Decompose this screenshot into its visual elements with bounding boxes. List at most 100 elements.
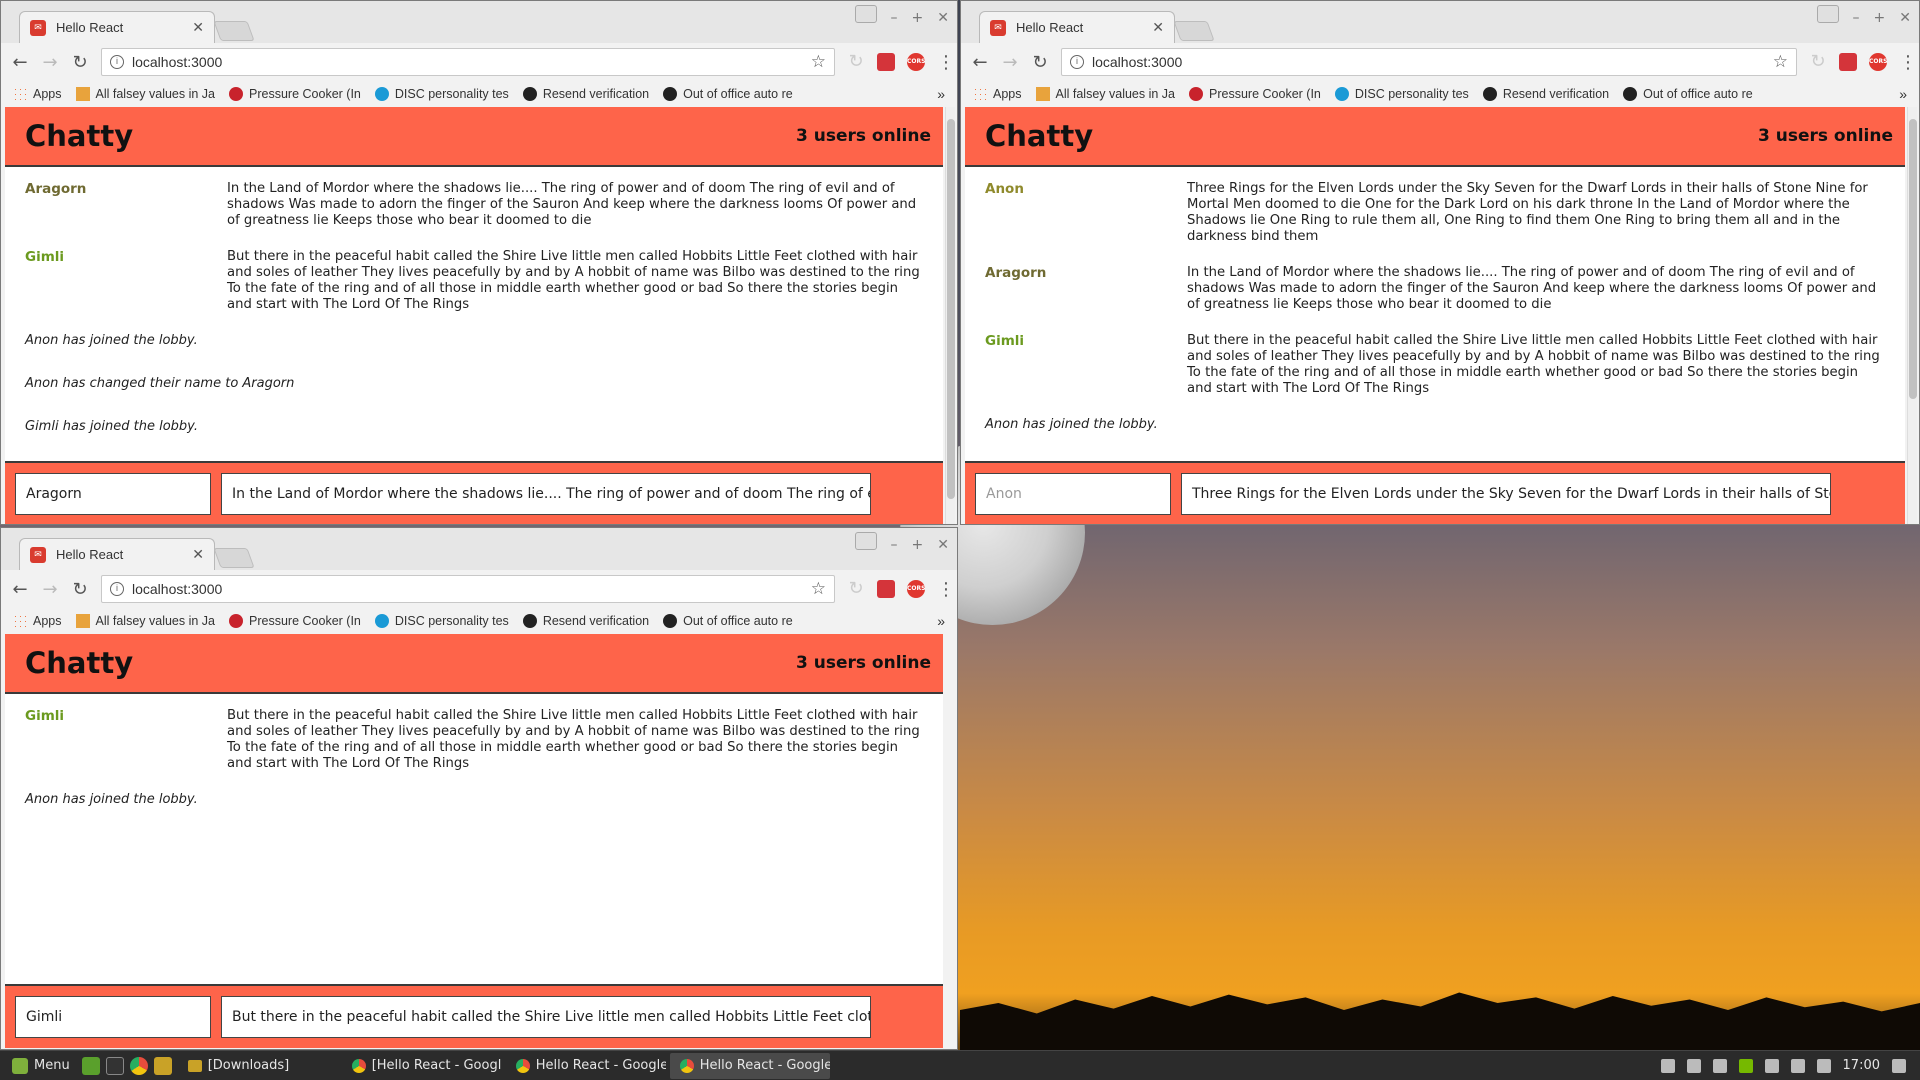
extension-puzzle-icon[interactable] bbox=[877, 53, 895, 71]
close-window-icon[interactable]: ✕ bbox=[937, 10, 949, 26]
bookmark-item[interactable]: DISC personality tes bbox=[374, 87, 509, 101]
forward-icon[interactable]: → bbox=[41, 52, 59, 73]
minimize-icon[interactable]: – bbox=[1853, 10, 1860, 26]
menu-kebab-icon[interactable]: ⋮ bbox=[937, 579, 955, 600]
settings-tray-icon[interactable] bbox=[1660, 1058, 1675, 1073]
message-input[interactable]: But there in the peaceful habit called t… bbox=[221, 996, 871, 1038]
reload-icon[interactable]: ↻ bbox=[71, 579, 89, 600]
bookmark-item[interactable]: Out of office auto re bbox=[663, 614, 793, 628]
tab-close-icon[interactable]: ✕ bbox=[192, 20, 204, 36]
message-input[interactable]: Three Rings for the Elven Lords under th… bbox=[1181, 473, 1831, 515]
close-window-icon[interactable]: ✕ bbox=[1899, 10, 1911, 26]
bookmark-star-icon[interactable]: ☆ bbox=[811, 52, 826, 72]
extension-sync-icon[interactable]: ↻ bbox=[847, 580, 865, 598]
extension-sync-icon[interactable]: ↻ bbox=[1809, 53, 1827, 71]
battery-tray-icon[interactable] bbox=[1816, 1058, 1831, 1073]
shield-tray-icon[interactable] bbox=[1686, 1058, 1701, 1073]
reload-icon[interactable]: ↻ bbox=[71, 52, 89, 73]
back-icon[interactable]: ← bbox=[971, 52, 989, 73]
address-bar[interactable]: i localhost:3000 ☆ bbox=[1061, 48, 1797, 76]
scrollbar-thumb[interactable] bbox=[947, 119, 955, 499]
message-input[interactable]: In the Land of Mordor where the shadows … bbox=[221, 473, 871, 515]
volume-tray-icon[interactable] bbox=[1892, 1058, 1906, 1073]
minimize-icon[interactable]: – bbox=[891, 537, 898, 553]
taskbar-task[interactable]: [Hello React - Googl... bbox=[342, 1053, 502, 1079]
back-icon[interactable]: ← bbox=[11, 579, 29, 600]
username-input[interactable]: Aragorn bbox=[15, 473, 211, 515]
profile-icon[interactable] bbox=[1817, 5, 1839, 23]
forward-icon[interactable]: → bbox=[1001, 52, 1019, 73]
show-desktop-icon[interactable] bbox=[81, 1056, 100, 1075]
info-icon[interactable]: i bbox=[110, 55, 124, 69]
bookmark-item[interactable]: Resend verification bbox=[1482, 87, 1609, 101]
new-tab-button[interactable] bbox=[1173, 21, 1215, 41]
username-input[interactable]: Gimli bbox=[15, 996, 211, 1038]
reload-icon[interactable]: ↻ bbox=[1031, 52, 1049, 73]
bookmark-item[interactable]: DISC personality tes bbox=[374, 614, 509, 628]
page-scrollbar[interactable] bbox=[945, 107, 955, 524]
info-icon[interactable]: i bbox=[110, 582, 124, 596]
maximize-icon[interactable]: + bbox=[1874, 10, 1886, 26]
chrome-launcher-icon[interactable] bbox=[129, 1056, 148, 1075]
nvidia-tray-icon[interactable] bbox=[1738, 1058, 1753, 1073]
bookmark-item[interactable]: Apps bbox=[973, 87, 1022, 101]
browser-tab[interactable]: ✉ Hello React ✕ bbox=[19, 11, 215, 43]
bookmark-item[interactable]: Pressure Cooker (In bbox=[1189, 87, 1321, 101]
bookmark-item[interactable]: Out of office auto re bbox=[1623, 87, 1753, 101]
bookmark-item[interactable]: Out of office auto re bbox=[663, 87, 793, 101]
address-bar[interactable]: i localhost:3000 ☆ bbox=[101, 48, 835, 76]
bookmarks-overflow-icon[interactable]: » bbox=[937, 613, 945, 629]
browser-tab[interactable]: ✉ Hello React ✕ bbox=[979, 11, 1175, 43]
page-scrollbar[interactable] bbox=[1907, 107, 1917, 524]
user-tray-icon[interactable] bbox=[1764, 1058, 1779, 1073]
taskbar-task[interactable]: [Downloads] bbox=[178, 1053, 338, 1079]
bookmark-star-icon[interactable]: ☆ bbox=[1773, 52, 1788, 72]
cors-extension-icon[interactable]: CORS bbox=[907, 580, 925, 598]
profile-icon[interactable] bbox=[855, 532, 877, 550]
browser-tab[interactable]: ✉ Hello React ✕ bbox=[19, 538, 215, 570]
minimize-icon[interactable]: – bbox=[891, 10, 898, 26]
profile-icon[interactable] bbox=[855, 5, 877, 23]
extension-puzzle-icon[interactable] bbox=[1839, 53, 1857, 71]
maximize-icon[interactable]: + bbox=[912, 537, 924, 553]
menu-kebab-icon[interactable]: ⋮ bbox=[1899, 52, 1917, 73]
network-tray-icon[interactable] bbox=[1790, 1058, 1805, 1073]
username-input[interactable]: Anon bbox=[975, 473, 1171, 515]
extension-sync-icon[interactable]: ↻ bbox=[847, 53, 865, 71]
address-bar[interactable]: i localhost:3000 ☆ bbox=[101, 575, 835, 603]
bookmark-item[interactable]: Resend verification bbox=[522, 614, 649, 628]
bookmark-item[interactable]: DISC personality tes bbox=[1334, 87, 1469, 101]
menu-kebab-icon[interactable]: ⋮ bbox=[937, 52, 955, 73]
bookmark-star-icon[interactable]: ☆ bbox=[811, 579, 826, 599]
bookmark-item[interactable]: Apps bbox=[13, 87, 62, 101]
taskbar-task[interactable]: Hello React - Google... bbox=[669, 1052, 830, 1079]
forward-icon[interactable]: → bbox=[41, 579, 59, 600]
cors-extension-icon[interactable]: CORS bbox=[1869, 53, 1887, 71]
bookmarks-overflow-icon[interactable]: » bbox=[937, 86, 945, 102]
tab-close-icon[interactable]: ✕ bbox=[192, 547, 204, 563]
extension-puzzle-icon[interactable] bbox=[877, 580, 895, 598]
new-tab-button[interactable] bbox=[213, 548, 255, 568]
close-window-icon[interactable]: ✕ bbox=[937, 537, 949, 553]
bookmark-item[interactable]: All falsey values in Ja bbox=[1035, 87, 1175, 101]
bookmark-item[interactable]: Pressure Cooker (In bbox=[229, 87, 361, 101]
info-icon[interactable]: i bbox=[1070, 55, 1084, 69]
bookmark-item[interactable]: All falsey values in Ja bbox=[75, 614, 215, 628]
bookmarks-overflow-icon[interactable]: » bbox=[1899, 86, 1907, 102]
start-menu-button[interactable]: Menu bbox=[6, 1057, 76, 1074]
back-icon[interactable]: ← bbox=[11, 52, 29, 73]
bookmark-item[interactable]: All falsey values in Ja bbox=[75, 87, 215, 101]
scrollbar-thumb[interactable] bbox=[1909, 119, 1917, 399]
cors-extension-icon[interactable]: CORS bbox=[907, 53, 925, 71]
tab-close-icon[interactable]: ✕ bbox=[1152, 20, 1164, 36]
taskbar-task[interactable]: Hello React - Google... bbox=[506, 1053, 666, 1079]
bookmark-item[interactable]: Resend verification bbox=[522, 87, 649, 101]
maximize-icon[interactable]: + bbox=[912, 10, 924, 26]
files-launcher-icon[interactable] bbox=[153, 1056, 172, 1075]
bookmark-item[interactable]: Apps bbox=[13, 614, 62, 628]
bookmark-item[interactable]: Pressure Cooker (In bbox=[229, 614, 361, 628]
terminal-icon[interactable] bbox=[105, 1056, 124, 1075]
clock[interactable]: 17:00 bbox=[1843, 1058, 1880, 1073]
bluetooth-tray-icon[interactable] bbox=[1712, 1058, 1727, 1073]
new-tab-button[interactable] bbox=[213, 21, 255, 41]
